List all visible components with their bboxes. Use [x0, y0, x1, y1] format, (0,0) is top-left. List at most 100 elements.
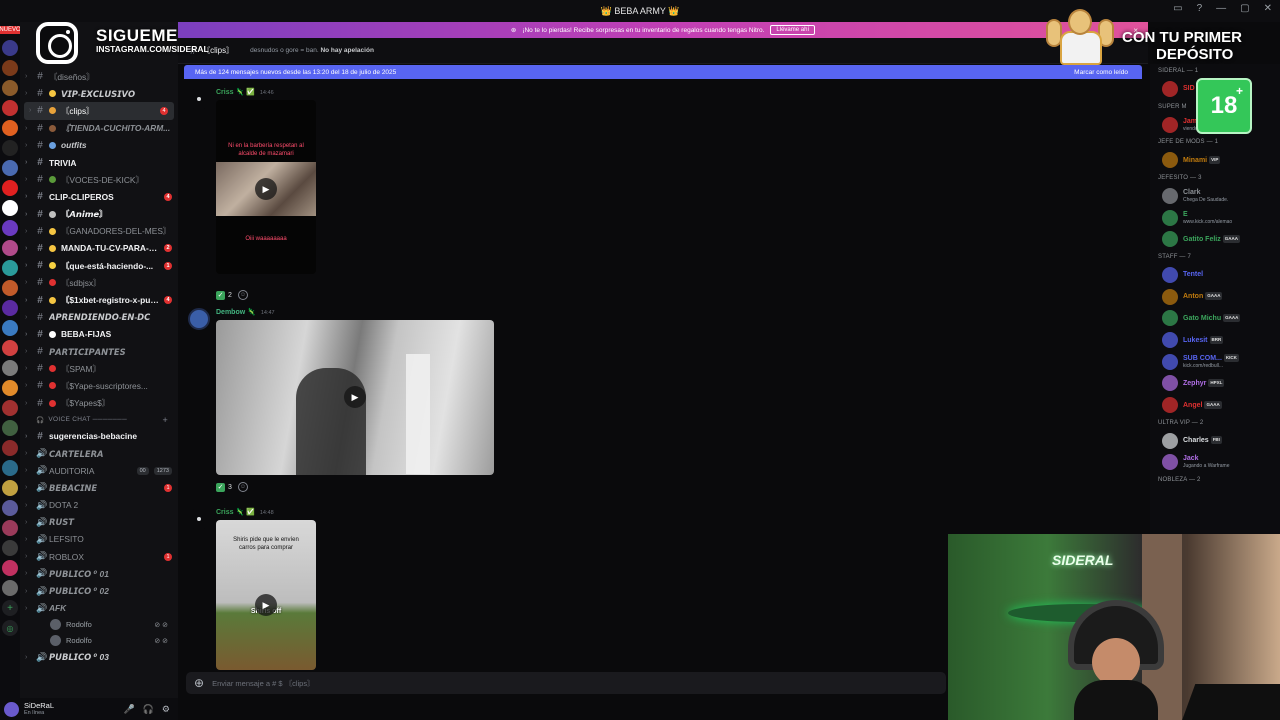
server-icon[interactable]	[2, 140, 18, 156]
sidebar-channel[interactable]: › # 〘VOCES-DE-KICK〙	[20, 171, 178, 188]
sidebar-channel[interactable]: › # 〘$Yapes$〙	[20, 395, 178, 412]
sidebar-channel[interactable]: › # BEBA-FIJAS	[20, 326, 178, 343]
add-reaction-icon[interactable]: ☺	[237, 290, 248, 300]
avatar[interactable]	[188, 508, 210, 530]
message-input[interactable]	[212, 678, 813, 688]
member-item[interactable]: Jack Jugando a Warframe	[1150, 452, 1280, 474]
add-server-icon[interactable]: +	[2, 600, 18, 616]
voice-category[interactable]: 🎧 VOICE CHAT ─────── +	[20, 412, 178, 428]
server-icon[interactable]	[2, 280, 18, 296]
mark-read-button[interactable]: Marcar como leído	[1074, 69, 1128, 76]
sidebar-channel[interactable]: › # 〘que-está-haciendo-... 1	[20, 257, 178, 274]
add-attachment-icon[interactable]: ⊕	[194, 676, 204, 690]
voice-channel[interactable]: › 🔊 AFK	[20, 600, 178, 617]
server-icon[interactable]	[2, 180, 18, 196]
server-icon[interactable]	[2, 120, 18, 136]
server-icon[interactable]	[2, 380, 18, 396]
voice-user[interactable]: Rodolfo ⊘ ⊘	[20, 617, 178, 633]
sidebar-channel[interactable]: › # 〘SPAM〙	[20, 360, 178, 377]
server-icon[interactable]	[2, 340, 18, 356]
sidebar-channel[interactable]: › # 〘$1xbet-registro-x-pun... 4	[20, 291, 178, 308]
voice-channel[interactable]: › 🔊 𝘽𝙀𝘽𝘼𝘾𝙄𝙉𝙀 1	[20, 479, 178, 496]
member-item[interactable]: Angel GAAA	[1150, 394, 1280, 416]
server-icon[interactable]	[2, 480, 18, 496]
member-item[interactable]: Zephyr HPXL	[1150, 373, 1280, 395]
play-icon[interactable]: ▶	[255, 178, 277, 200]
server-icon[interactable]	[2, 260, 18, 276]
server-icon[interactable]	[2, 40, 18, 56]
video-attachment[interactable]: Shiris pide que le envíen carros para co…	[216, 520, 316, 670]
voice-channel[interactable]: › 🔊 ROBLOX 1	[20, 548, 178, 565]
member-item[interactable]: Charles FBI	[1150, 430, 1280, 452]
deafen-icon[interactable]: 🎧	[143, 704, 154, 715]
server-icon[interactable]	[2, 300, 18, 316]
sidebar-channel[interactable]: › # 〘sdbjsx〙	[20, 274, 178, 291]
video-attachment[interactable]: Ni en la barbería respetan al alcalde de…	[216, 100, 316, 274]
server-icon[interactable]	[2, 360, 18, 376]
member-item[interactable]: Minami VIP	[1150, 149, 1280, 171]
voice-user[interactable]: Rodolfo ⊘ ⊘	[20, 633, 178, 649]
author-name[interactable]: Criss	[216, 89, 234, 96]
server-icon[interactable]	[2, 580, 18, 596]
sidebar-channel[interactable]: › # 〘GANADORES-DEL-MES〙	[20, 223, 178, 240]
video-attachment[interactable]: ▶	[216, 320, 494, 475]
server-icon[interactable]	[2, 400, 18, 416]
author-name[interactable]: Dembow	[216, 309, 245, 316]
add-channel-icon[interactable]: +	[162, 415, 168, 425]
server-icon[interactable]	[2, 60, 18, 76]
voice-channel[interactable]: › 🔊 𝙋𝙐𝘽𝙇𝙄𝘾𝙊 ⁰ 01	[20, 565, 178, 582]
server-icon[interactable]	[2, 240, 18, 256]
voice-channel[interactable]: › 🔊 LEFSITO	[20, 531, 178, 548]
mic-muted-icon[interactable]: 🎤	[123, 704, 134, 715]
voice-channel[interactable]: › 🔊 DOTA 2	[20, 497, 178, 514]
server-icon[interactable]	[2, 200, 18, 216]
voice-channel[interactable]: › 🔊 𝙋𝙐𝘽𝙇𝙄𝘾𝙊 ⁰ 03	[20, 649, 178, 666]
reaction[interactable]: ✓ 3	[216, 482, 232, 492]
server-icon[interactable]	[2, 560, 18, 576]
voice-channel[interactable]: › 🔊 𝙍𝙐𝙎𝙏	[20, 514, 178, 531]
sidebar-channel[interactable]: › # 𝘼𝙋𝙍𝙀𝙉𝘿𝙄𝙀𝙉𝘿𝙊-𝙀𝙉-𝘿𝘾	[20, 309, 178, 326]
sidebar-channel[interactable]: › # MANDA-TU-CV-PARA-MOD 2	[20, 240, 178, 257]
sidebar-channel[interactable]: › # 〘$Yape-suscriptores...	[20, 377, 178, 394]
server-icon[interactable]	[2, 440, 18, 456]
sidebar-channel[interactable]: › # outfits	[20, 137, 178, 154]
server-icon[interactable]	[2, 100, 18, 116]
avatar[interactable]	[188, 308, 210, 330]
member-item[interactable]: Gatito Feliz GAAA	[1150, 228, 1280, 250]
member-item[interactable]: Clark Chega De Saudade.	[1150, 185, 1280, 207]
sidebar-channel[interactable]: › # CLIP-CLIPEROS 4	[20, 188, 178, 205]
server-icon[interactable]	[2, 540, 18, 556]
reaction[interactable]: ✓ 2	[216, 290, 232, 300]
sidebar-channel[interactable]: › # sugerencias-bebacine	[20, 428, 178, 445]
server-icon[interactable]	[2, 80, 18, 96]
server-icon[interactable]	[2, 160, 18, 176]
server-icon[interactable]	[2, 320, 18, 336]
gear-icon[interactable]: ⚙	[162, 704, 170, 715]
member-item[interactable]: Ewww.kick.com/alemao	[1150, 207, 1280, 229]
sidebar-channel[interactable]: › # 𝙑𝙄𝙋-𝙀𝙓𝘾𝙇𝙐𝙎𝙄𝙑𝙊	[20, 85, 178, 102]
member-item[interactable]: Lukesit BRR	[1150, 329, 1280, 351]
play-icon[interactable]: ▶	[344, 386, 366, 408]
voice-channel[interactable]: › 🔊 𝘾𝘼𝙍𝙏𝙀𝙇𝙀𝙍𝘼	[20, 445, 178, 462]
voice-channel[interactable]: › 🔊 𝙋𝙐𝘽𝙇𝙄𝘾𝙊 ⁰ 02	[20, 582, 178, 599]
member-item[interactable]: Tentel	[1150, 264, 1280, 286]
server-icon[interactable]	[2, 520, 18, 536]
new-messages-bar[interactable]: Más de 124 mensajes nuevos desde las 13:…	[184, 65, 1142, 79]
sidebar-channel[interactable]: › # 〘diseños〙	[20, 68, 178, 85]
sidebar-channel[interactable]: › # 〘clips〙 4	[24, 102, 174, 120]
channel-topic[interactable]: desnudos o gore = ban. No hay apelación	[250, 47, 374, 54]
member-item[interactable]: SUB COM... KICK kick.com/redbull...	[1150, 351, 1280, 373]
server-icon[interactable]	[2, 420, 18, 436]
add-reaction-icon[interactable]: ☺	[237, 482, 248, 492]
avatar[interactable]	[188, 88, 210, 110]
sidebar-channel[interactable]: › # 𝙋𝘼𝙍𝙏𝙄𝘾𝙄𝙋𝘼𝙉𝙏𝙀𝙎	[20, 343, 178, 360]
server-icon[interactable]	[2, 500, 18, 516]
voice-channel[interactable]: › 🔊 AUDITORIA 00 1273	[20, 462, 178, 479]
sidebar-channel[interactable]: › # 〘TIENDA-CUCHITO-ARM...	[20, 120, 178, 137]
discover-icon[interactable]: ◎	[2, 620, 18, 636]
avatar[interactable]	[4, 701, 19, 717]
sidebar-channel[interactable]: › # 〘𝘼𝙣𝙞𝙢𝙚〙	[20, 206, 178, 223]
member-item[interactable]: Gato Michu GAAA	[1150, 308, 1280, 330]
play-icon[interactable]: ▶	[255, 594, 277, 616]
sidebar-channel[interactable]: › # TRIVIA	[20, 154, 178, 171]
